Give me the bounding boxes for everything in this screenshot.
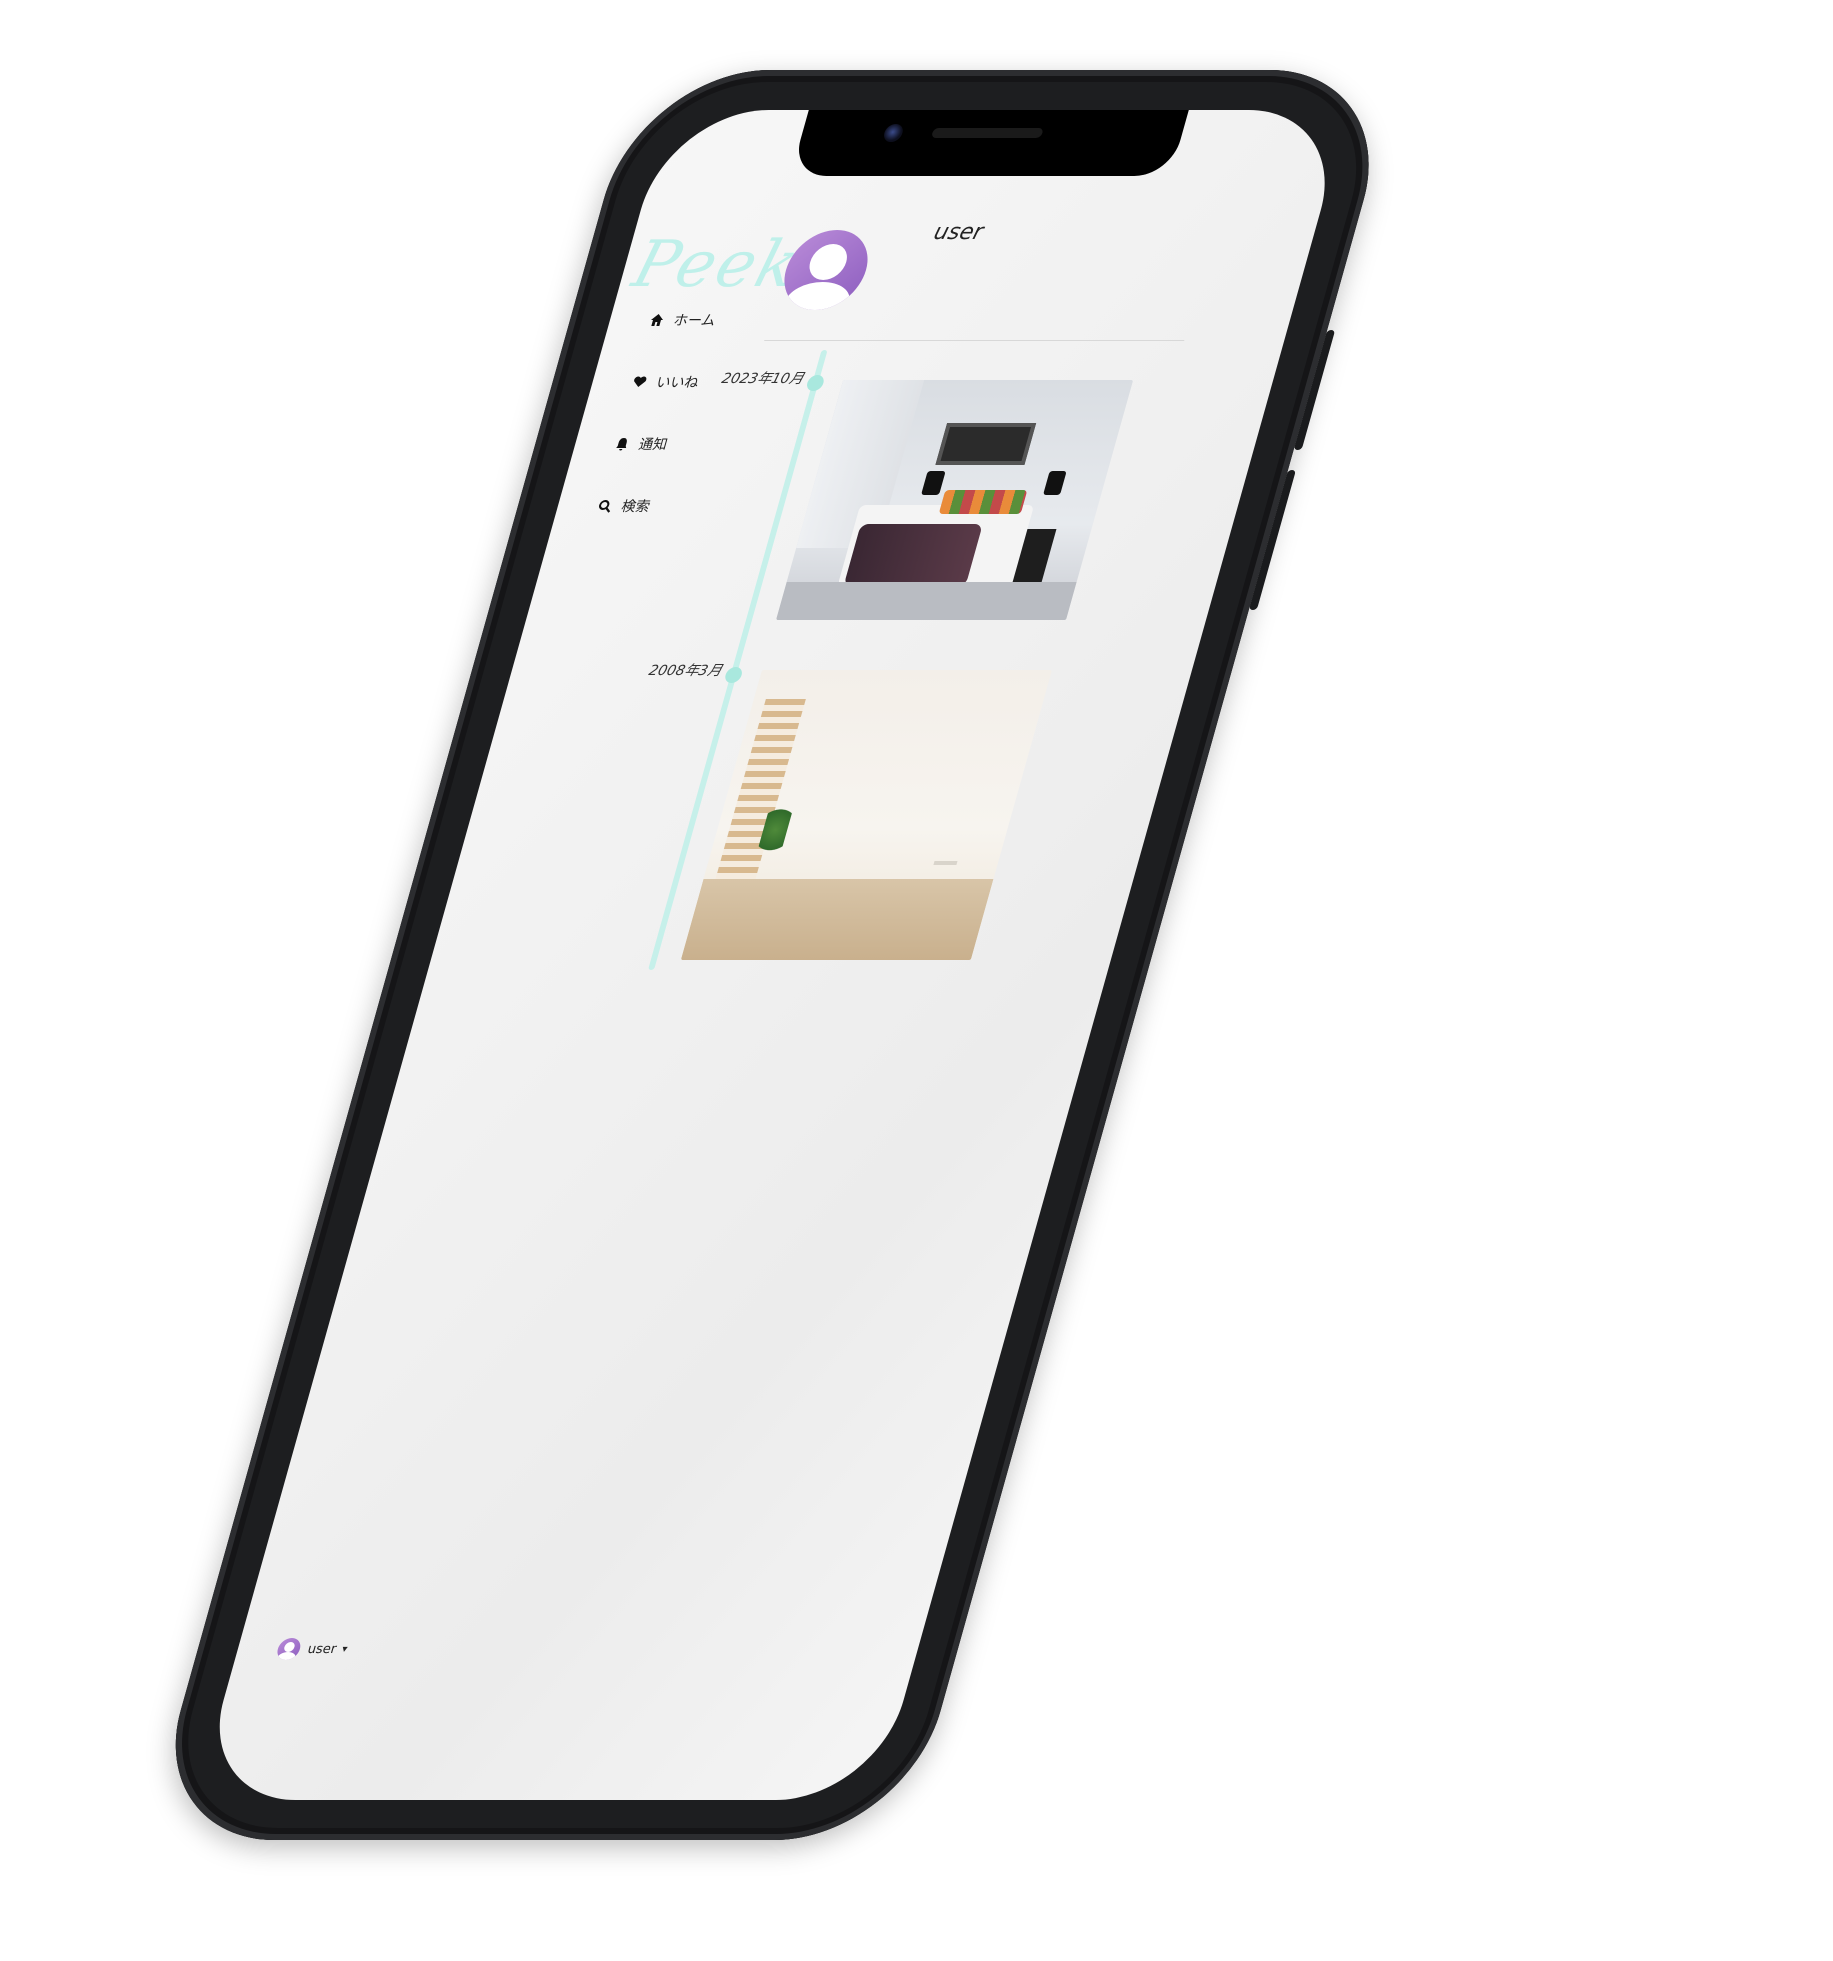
home-icon	[648, 313, 666, 327]
photo-detail	[776, 581, 1077, 620]
photo-detail	[1042, 471, 1068, 496]
photo-detail	[843, 524, 983, 587]
avatar	[274, 1638, 303, 1660]
phone-notch	[790, 110, 1190, 176]
bell-icon	[613, 437, 631, 451]
app-logo[interactable]: Peek	[625, 228, 808, 302]
timeline-date: 2008年3月	[646, 663, 724, 679]
heart-icon	[631, 375, 649, 389]
nav-item-notifications[interactable]: 通知	[612, 434, 684, 454]
search-icon	[596, 499, 614, 513]
timeline-dot	[723, 667, 744, 683]
avatar-head	[283, 1642, 296, 1652]
photo-detail	[921, 471, 946, 496]
chevron-down-icon: ▾	[340, 1643, 349, 1655]
sidebar-nav: ホーム いいね 通知 検索	[583, 310, 718, 558]
phone-screen: Peek user ホーム いいね 通知 検索 2023年10月 2008年3月…	[195, 110, 1349, 1800]
header-divider	[764, 340, 1185, 341]
nav-item-home[interactable]: ホーム	[647, 310, 719, 330]
nav-item-search[interactable]: 検索	[595, 496, 667, 516]
mockup-stage: Peek user ホーム いいね 通知 検索 2023年10月 2008年3月…	[0, 0, 1833, 1961]
nav-item-label: ホーム	[671, 313, 718, 329]
avatar-body	[779, 282, 855, 310]
avatar-body	[275, 1652, 298, 1660]
timeline-photo-bedroom[interactable]	[776, 380, 1134, 620]
account-username: user	[305, 1641, 339, 1657]
photo-detail	[938, 490, 1027, 515]
timeline-photo-empty-room[interactable]	[680, 670, 1052, 960]
account-menu[interactable]: user ▾	[274, 1638, 351, 1660]
front-camera-icon	[881, 124, 905, 142]
nav-item-label: 検索	[619, 499, 652, 515]
timeline-date: 2023年10月	[719, 371, 806, 387]
photo-detail	[935, 423, 1037, 465]
phone-mockup: Peek user ホーム いいね 通知 検索 2023年10月 2008年3月…	[144, 70, 1400, 1840]
speaker-grille	[930, 128, 1044, 138]
avatar-head	[805, 244, 852, 280]
timeline-dot	[805, 375, 826, 391]
nav-item-label: 通知	[636, 437, 670, 453]
header-username: user	[931, 220, 986, 245]
